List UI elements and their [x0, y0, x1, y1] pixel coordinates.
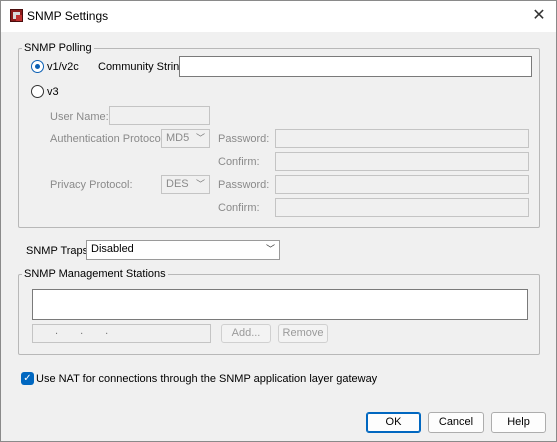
ok-button[interactable]: OK	[366, 412, 421, 433]
snmp-traps-label: SNMP Traps:	[26, 245, 92, 257]
close-icon[interactable]: ✕	[528, 5, 550, 27]
auth-protocol-label: Authentication Protocol:	[50, 133, 167, 145]
auth-password-label: Password:	[218, 133, 270, 145]
privacy-protocol-value: DES	[166, 178, 189, 190]
ip-dot-3: .	[105, 325, 109, 337]
snmp-traps-value: Disabled	[91, 243, 134, 255]
privacy-password-label: Password:	[218, 179, 270, 191]
snmp-traps-select[interactable]: Disabled ﹀	[86, 240, 280, 260]
snmp-polling-title: SNMP Polling	[22, 42, 94, 54]
cancel-button[interactable]: Cancel	[428, 412, 484, 433]
ip-dot-2: .	[80, 325, 84, 337]
snmp-settings-dialog: SNMP Settings ✕ SNMP Polling v1/v2c Comm…	[0, 0, 557, 442]
chevron-down-icon: ﹀	[195, 133, 205, 143]
v1v2c-radio[interactable]	[31, 60, 44, 73]
privacy-confirm-input[interactable]	[275, 198, 529, 217]
v1v2c-label: v1/v2c	[47, 61, 79, 73]
checkmark-icon: ✓	[23, 373, 32, 384]
username-label: User Name:	[50, 111, 109, 123]
privacy-protocol-select[interactable]: DES ﹀	[161, 175, 210, 194]
window-title: SNMP Settings	[27, 9, 109, 23]
community-string-input[interactable]	[179, 56, 532, 77]
privacy-confirm-label: Confirm:	[218, 202, 260, 214]
title-bar: SNMP Settings ✕	[1, 1, 556, 32]
auth-confirm-input[interactable]	[275, 152, 529, 171]
v3-label: v3	[47, 86, 59, 98]
privacy-password-input[interactable]	[275, 175, 529, 194]
auth-confirm-label: Confirm:	[218, 156, 260, 168]
auth-protocol-value: MD5	[166, 132, 190, 144]
auth-protocol-select[interactable]: MD5 ﹀	[161, 129, 210, 148]
community-string-label: Community String:	[98, 61, 189, 73]
privacy-protocol-label: Privacy Protocol:	[50, 179, 133, 191]
chevron-down-icon: ﹀	[195, 179, 205, 189]
nat-checkbox[interactable]: ✓	[21, 372, 34, 385]
ip-address-input[interactable]: . . .	[32, 324, 211, 343]
add-station-button[interactable]: Add...	[221, 324, 271, 343]
v3-radio[interactable]	[31, 85, 44, 98]
ip-dot-1: .	[55, 325, 59, 337]
stations-list[interactable]	[32, 289, 528, 320]
management-stations-title: SNMP Management Stations	[22, 268, 168, 280]
nat-label: Use NAT for connections through the SNMP…	[36, 373, 378, 385]
auth-password-input[interactable]	[275, 129, 529, 148]
help-button[interactable]: Help	[491, 412, 546, 433]
remove-station-button[interactable]: Remove	[278, 324, 328, 343]
chevron-down-icon: ﹀	[265, 244, 275, 254]
snmp-app-icon	[10, 9, 23, 22]
username-input[interactable]	[109, 106, 210, 125]
